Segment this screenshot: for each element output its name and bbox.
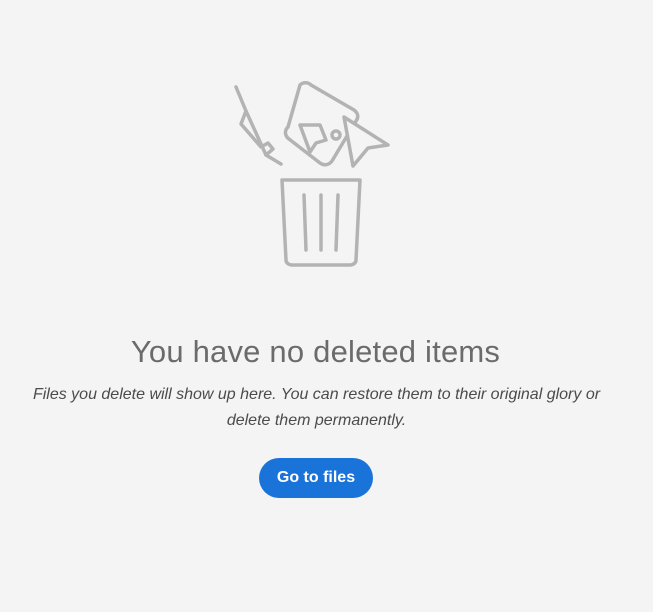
empty-state-description: Files you delete will show up here. You … — [32, 386, 601, 429]
brush-icon — [234, 85, 283, 166]
trash-with-falling-files-icon — [228, 80, 398, 270]
trash-can-icon — [280, 178, 362, 267]
cursor-arrow-icon — [342, 115, 390, 168]
empty-state-title: You have no deleted items — [130, 334, 501, 369]
go-to-files-button[interactable]: Go to files — [259, 458, 373, 498]
